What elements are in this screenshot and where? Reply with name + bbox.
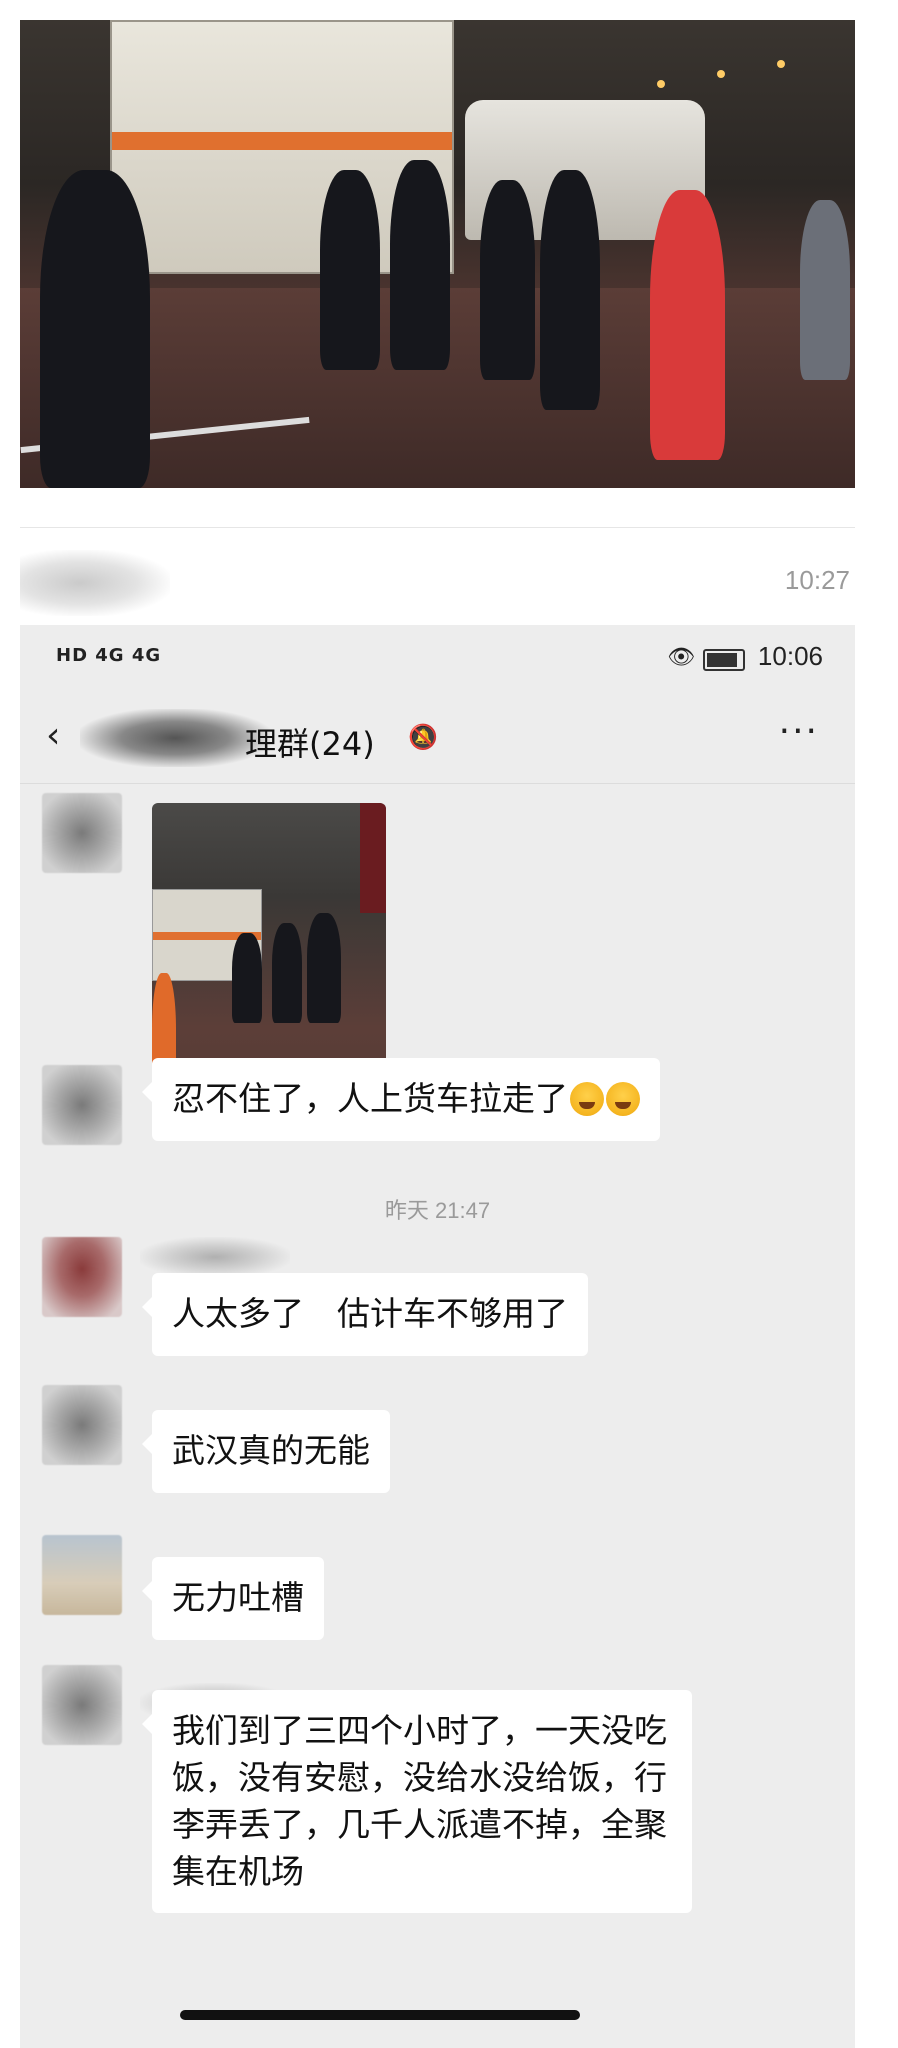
chat-title: 理群(24) — [245, 725, 375, 763]
top-photo[interactable] — [20, 20, 855, 488]
embedded-chat-screenshot[interactable]: HD 4G 4G 👁 10:06 ‹ 理群(24) 🔕 ··· 忍不住了，人上货… — [20, 625, 855, 2048]
chat-timestamp: 昨天 21:47 — [384, 1198, 491, 1223]
message-bubble[interactable]: 武汉真的无能 — [142, 1410, 390, 1493]
photo-person — [800, 200, 850, 380]
eye-icon: 👁 — [667, 645, 695, 670]
avatar[interactable] — [42, 1385, 122, 1465]
back-arrow-icon[interactable]: ‹ — [46, 715, 60, 756]
photo-person — [40, 170, 150, 488]
avatar[interactable] — [42, 1065, 122, 1145]
photo-person — [480, 180, 535, 380]
message-text: 无力吐槽 — [172, 1578, 304, 1617]
message-bubble[interactable]: 人太多了 估计车不够用了 — [142, 1273, 588, 1356]
crying-laughing-emoji-icon — [606, 1082, 640, 1116]
message-bubble[interactable]: 无力吐槽 — [142, 1557, 324, 1640]
photo-person — [320, 170, 380, 370]
message-bubble[interactable]: 忍不住了，人上货车拉走了 — [142, 1058, 660, 1141]
message-text: 武汉真的无能 — [172, 1431, 370, 1470]
crying-laughing-emoji-icon — [570, 1082, 604, 1116]
sender-name-redacted — [140, 1237, 290, 1277]
sender-name-redacted — [20, 550, 170, 616]
home-indicator[interactable] — [180, 2010, 580, 2020]
avatar[interactable] — [42, 793, 122, 873]
avatar[interactable] — [42, 1665, 122, 1745]
status-time: 10:06 — [757, 641, 823, 671]
image-red-panel — [360, 803, 386, 913]
truck-stripe — [112, 132, 452, 150]
status-bar: HD 4G 4G 👁 10:06 — [20, 625, 855, 693]
message-text: 人太多了 估计车不够用了 — [172, 1294, 568, 1333]
message-bubble[interactable]: 我们到了三四个小时了，一天没吃饭，没有安慰，没给水没给饭，行李弄丢了，几千人派遣… — [142, 1690, 692, 1914]
photo-person — [650, 190, 725, 460]
message-text: 忍不住了，人上货车拉走了 — [172, 1079, 568, 1118]
network-indicators: HD 4G 4G — [56, 645, 162, 666]
photo-person — [540, 170, 600, 410]
chat-header: ‹ 理群(24) 🔕 ··· — [20, 693, 855, 784]
image-person — [232, 933, 262, 1023]
message-time: 10:27 — [784, 565, 850, 595]
avatar[interactable] — [42, 1237, 122, 1317]
title-redacted — [80, 709, 270, 767]
photo-lights — [777, 60, 785, 68]
battery-icon — [703, 649, 745, 671]
avatar[interactable] — [42, 1535, 122, 1615]
mute-bell-icon: 🔕 — [408, 723, 438, 751]
photo-person — [390, 160, 450, 370]
message-text: 我们到了三四个小时了，一天没吃饭，没有安慰，没给水没给饭，行李弄丢了，几千人派遣… — [172, 1711, 667, 1891]
more-options-button[interactable]: ··· — [779, 711, 819, 752]
image-person — [307, 913, 341, 1023]
divider — [20, 527, 855, 528]
image-person — [272, 923, 302, 1023]
